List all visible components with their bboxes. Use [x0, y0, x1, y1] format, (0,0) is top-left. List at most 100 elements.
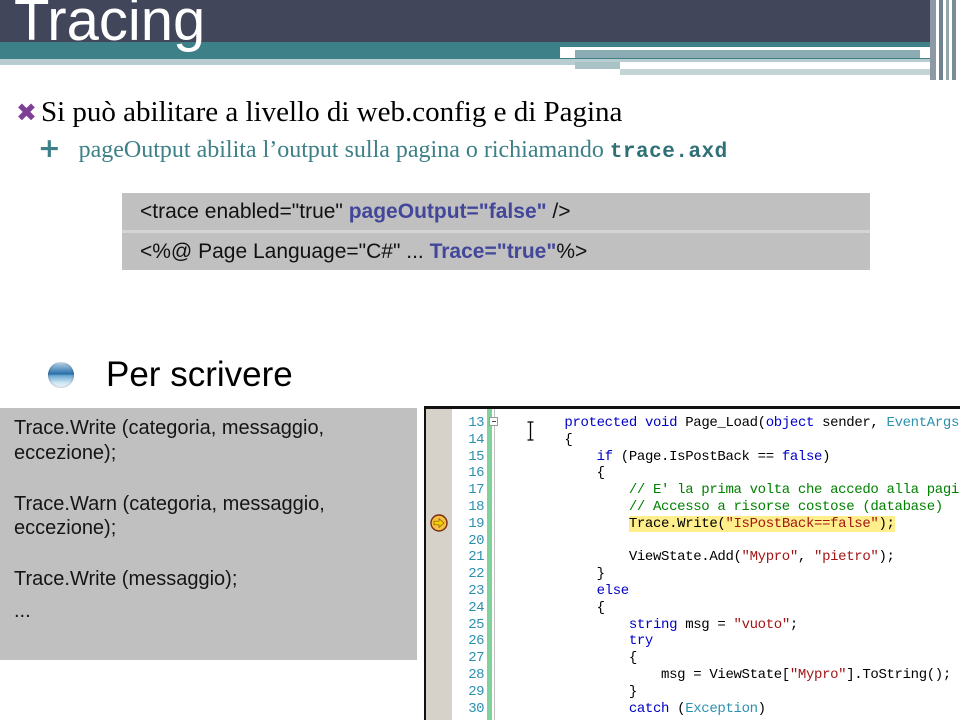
editor-line-number: 13 — [468, 415, 484, 431]
editor-line-number: 19 — [468, 515, 484, 532]
code-token: { — [500, 650, 637, 667]
code-token: object — [765, 415, 815, 431]
editor-code-line: { — [500, 465, 960, 482]
header-decor-stripe-b — [575, 50, 920, 58]
code-token: // Accesso a risorse costose (database) — [628, 498, 943, 515]
header-decor-stripe-d — [620, 62, 930, 69]
code-token: ) — [822, 448, 831, 465]
header-edge-stripes — [930, 0, 960, 80]
code-token: } — [500, 683, 637, 700]
editor-line-number: 22 — [468, 566, 484, 583]
editor-line-number: 30 — [468, 700, 484, 717]
config-code-line-2-highlight: Trace="true" — [429, 240, 557, 263]
code-token: msg = — [677, 616, 734, 633]
config-code-line-2-suffix: %> — [556, 240, 588, 263]
trace-method-ellipsis: ... — [14, 599, 31, 622]
bullet-list: ✖ Si può abilitare a livello di web.conf… — [0, 96, 930, 164]
editor-line-number-column: 13 14 15 16 17 18 19 20 21 22 23 24 25 26 27 28 29 30 — [452, 409, 486, 720]
header-decor-stripe-e — [620, 69, 930, 75]
editor-line-number: 26 — [468, 633, 484, 650]
slide-header-banner: Tracing — [0, 0, 960, 80]
code-token: sender, — [814, 415, 887, 431]
code-token: ) — [757, 700, 766, 717]
config-code-line-2-prefix: <%@ Page Language="C#" ... — [140, 240, 430, 263]
section-heading-label: Per scrivere — [106, 355, 293, 394]
code-token: protected — [564, 415, 637, 431]
config-code-line-1-suffix: /> — [546, 200, 571, 223]
editor-line-number: 18 — [468, 498, 484, 515]
code-token: // E' la prima volta che accedo alla pag… — [628, 482, 960, 499]
text-cursor-icon — [527, 421, 534, 441]
code-token: ); — [878, 549, 895, 566]
outline-collapse-minus-icon[interactable] — [489, 417, 498, 426]
config-code-line-2: <%@ Page Language="C#" ... Trace="true"%… — [122, 233, 870, 270]
code-token: else — [596, 582, 630, 599]
editor-code-line: Trace.Write("IsPostBack==false"); — [500, 515, 960, 533]
editor-line-number: 21 — [468, 549, 484, 566]
editor-line-number: 23 — [468, 582, 484, 599]
editor-line-number: 28 — [468, 666, 484, 683]
editor-code-line: msg = ViewState["Mypro"].ToString(); — [500, 667, 960, 684]
editor-code-line: } — [500, 566, 960, 583]
editor-code-area[interactable]: protected void Page_Load(object sender, … — [500, 409, 960, 717]
bullet-item-level1: ✖ Si può abilitare a livello di web.conf… — [0, 96, 930, 129]
code-token: EventArgs — [886, 415, 960, 431]
code-token: { — [500, 431, 573, 448]
plus-bullet-icon: + — [38, 133, 61, 164]
code-token: "Mypro" — [741, 549, 799, 566]
code-token: ); — [878, 515, 895, 532]
editor-code-line: if (Page.IsPostBack == false) — [500, 449, 960, 466]
editor-code-line: ViewState.Add("Mypro", "pietro"); — [500, 549, 960, 566]
code-token: "pietro" — [814, 549, 879, 566]
blue-sphere-bullet-icon — [48, 362, 74, 388]
editor-code-line: protected void Page_Load(object sender, … — [500, 415, 960, 432]
code-token: Page_Load( — [677, 415, 766, 431]
bullet-level2-handler-name: trace.axd — [609, 141, 728, 164]
code-token: msg = ViewState[ — [500, 666, 790, 683]
code-token: ViewState.Add( — [500, 549, 742, 566]
code-token: , — [797, 549, 815, 566]
code-token: try — [628, 633, 654, 650]
code-token: if — [596, 448, 613, 465]
code-token: ].ToString(); — [846, 666, 951, 683]
bullet-level1-text: Si può abilitare a livello di web.config… — [40, 96, 623, 128]
editor-code-line: // Accesso a risorse costose (database) — [500, 499, 960, 516]
code-token: catch — [628, 700, 670, 717]
editor-line-number: 27 — [468, 650, 484, 667]
page-title: Tracing — [14, 0, 206, 53]
editor-outline-rail — [494, 409, 495, 720]
editor-bookmark-gutter — [426, 409, 452, 720]
editor-code-line: try — [500, 633, 960, 650]
code-token: } — [500, 566, 605, 583]
trace-method-item: Trace.Write (messaggio); — [14, 568, 238, 591]
trace-methods-panel: Trace.Write (categoria, messaggio, eccez… — [0, 408, 417, 660]
editor-line-number: 17 — [468, 482, 484, 499]
editor-line-number: 25 — [468, 616, 484, 633]
config-code-line-1: <trace enabled="true" pageOutput="false"… — [122, 193, 870, 230]
editor-line-number: 29 — [468, 683, 484, 700]
bullet-level2-text-plain: pageOutput abilita l’output sulla pagina… — [78, 137, 610, 163]
editor-code-line: { — [500, 650, 960, 667]
code-token: Exception — [685, 700, 758, 717]
editor-line-number: 15 — [468, 448, 484, 465]
code-token: "Mypro" — [789, 666, 847, 683]
yellow-right-arrow-bookmark-icon — [430, 514, 448, 532]
editor-code-line: { — [500, 432, 960, 449]
trace-method-item: Trace.Warn (categoria, messaggio, eccezi… — [14, 492, 325, 540]
editor-code-line: string msg = "vuoto"; — [500, 617, 960, 634]
editor-code-line — [500, 533, 960, 550]
code-token: ( — [669, 700, 686, 717]
config-code-line-1-highlight: pageOutput="false" — [348, 200, 547, 223]
editor-line-number: 14 — [468, 431, 484, 448]
section-heading-row: Per scrivere — [48, 355, 293, 395]
editor-code-line: catch (Exception) — [500, 701, 960, 718]
editor-change-bar — [487, 409, 492, 720]
editor-code-line: { — [500, 600, 960, 617]
code-token: void — [644, 415, 678, 431]
trace-method-item: Trace.Write (categoria, messaggio, eccez… — [14, 417, 325, 464]
code-token: false — [781, 448, 823, 465]
